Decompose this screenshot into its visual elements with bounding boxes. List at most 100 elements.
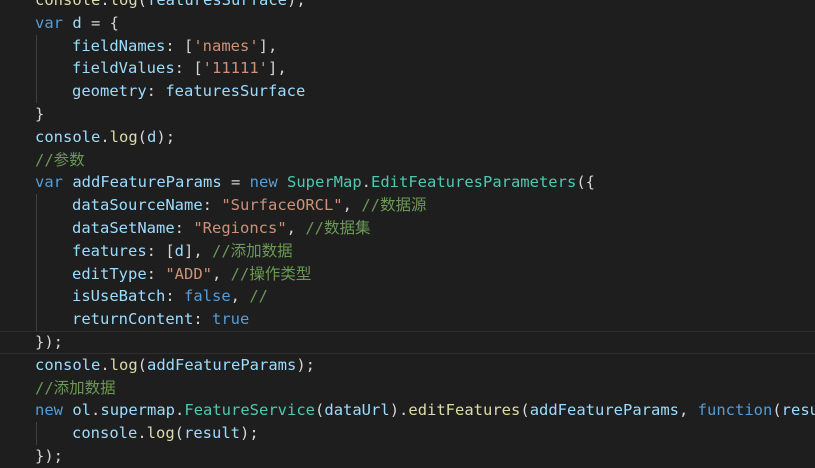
code-token: :	[193, 310, 212, 329]
code-token: console	[72, 424, 138, 443]
code-token: .	[137, 424, 147, 443]
code-line[interactable]: var d = {	[0, 12, 815, 35]
code-token: true	[212, 310, 250, 329]
indent-guide	[36, 262, 37, 286]
code-line[interactable]: geometry: featuresSurface	[0, 80, 815, 103]
indent-guide	[36, 422, 37, 445]
code-token: ],	[258, 36, 278, 55]
code-token: false	[184, 287, 231, 306]
code-token: :	[202, 196, 222, 215]
code-line[interactable]: console.log(featuresSurface);	[0, 0, 815, 12]
code-token: (	[174, 424, 185, 443]
code-token: );	[287, 0, 306, 9]
code-line[interactable]: console.log(result);	[0, 422, 815, 445]
code-token: addFeatureParams	[529, 401, 679, 420]
code-line[interactable]: returnContent: true	[0, 308, 815, 331]
code-token: var	[35, 173, 63, 192]
code-line[interactable]: isUseBatch: false, //	[0, 285, 815, 309]
code-token: new	[35, 401, 63, 420]
code-token: ],	[267, 59, 287, 78]
code-line[interactable]: features: [d], //添加数据	[0, 239, 815, 263]
code-token: .	[175, 401, 185, 420]
code-token: =	[221, 173, 250, 192]
code-token: (	[137, 355, 148, 374]
code-token: console	[35, 127, 101, 146]
code-line[interactable]: //参数	[0, 149, 815, 172]
code-token: //参数	[35, 150, 85, 169]
code-token: log	[109, 127, 138, 146]
code-token: ,	[286, 218, 306, 237]
indent-guide	[36, 308, 37, 331]
code-token: addFeatureParams	[72, 173, 222, 192]
code-token: d	[174, 241, 184, 260]
code-token: dataSourceName	[72, 196, 203, 215]
code-line[interactable]: new ol.supermap.FeatureService(dataUrl).…	[0, 399, 815, 422]
code-token: "Regioncs"	[193, 218, 287, 237]
code-token: : [	[174, 59, 203, 78]
code-token: ,	[230, 287, 250, 306]
code-token: var	[35, 13, 63, 32]
code-token: (	[137, 0, 148, 9]
code-token: log	[109, 0, 138, 9]
code-line[interactable]: console.log(d);	[0, 126, 815, 149]
indent-guide	[36, 34, 37, 58]
indent-guide	[36, 216, 37, 240]
code-line[interactable]: fieldValues: ['11111'],	[0, 57, 815, 81]
indent-guide	[36, 285, 37, 309]
code-token: :	[165, 287, 184, 306]
code-token: EditFeaturesParameters	[371, 173, 577, 192]
code-token: SuperMap	[287, 173, 362, 192]
code-token: log	[109, 355, 138, 374]
code-token: console	[35, 0, 101, 9]
code-line[interactable]: editType: "ADD", //操作类型	[0, 262, 815, 286]
code-token: : [	[165, 36, 194, 55]
code-token: .	[100, 127, 110, 146]
code-token: addFeatureParams	[147, 355, 297, 374]
code-line[interactable]: });	[0, 330, 815, 354]
code-token: '11111'	[202, 59, 268, 78]
code-line[interactable]: dataSourceName: "SurfaceORCL", //数据源	[0, 194, 815, 217]
code-token: (	[315, 401, 325, 420]
code-token: //操作类型	[230, 264, 312, 283]
code-token: ],	[184, 241, 212, 260]
indent-guide	[36, 57, 37, 81]
code-token: //添加数据	[35, 378, 116, 397]
code-line[interactable]: console.log(addFeatureParams);	[0, 354, 815, 377]
code-token: fieldNames	[72, 36, 166, 55]
code-line[interactable]: dataSetName: "Regioncs", //数据集	[0, 216, 815, 240]
code-token: function	[697, 401, 773, 420]
code-token: fieldValues	[72, 59, 175, 78]
code-token: //数据源	[361, 196, 427, 215]
code-token: returnContent	[72, 310, 194, 329]
code-token: : [	[146, 241, 175, 260]
code-line[interactable]: //添加数据	[0, 377, 815, 400]
code-token: new	[249, 173, 278, 192]
code-lines: console.log(featuresSurface); var d = {fi…	[0, 0, 815, 468]
code-line[interactable]: fieldNames: ['names'],	[0, 34, 815, 58]
code-line[interactable]: var addFeatureParams = new SuperMap.Edit…	[0, 171, 815, 194]
code-token: featuresSurface	[165, 82, 306, 101]
indent-guide	[36, 239, 37, 263]
code-token: d	[147, 127, 157, 146]
code-token: isUseBatch	[72, 287, 166, 306]
code-token: = {	[81, 13, 120, 32]
code-token: dataUrl	[324, 401, 390, 420]
code-line[interactable]: });	[0, 445, 815, 468]
code-token: ,	[679, 401, 698, 420]
code-token: "SurfaceORCL"	[221, 196, 343, 215]
code-token: result	[184, 424, 241, 443]
code-editor[interactable]: console.log(featuresSurface); var d = {fi…	[0, 0, 815, 468]
code-line[interactable]: }	[0, 103, 815, 126]
code-token: .	[91, 401, 101, 420]
code-token: featuresSurface	[147, 0, 287, 9]
code-token: 'names'	[193, 36, 259, 55]
code-token: ,	[212, 264, 231, 283]
code-token: log	[146, 424, 175, 443]
code-token: });	[35, 446, 63, 465]
indent-guide	[36, 194, 37, 217]
code-token: :	[146, 82, 166, 101]
